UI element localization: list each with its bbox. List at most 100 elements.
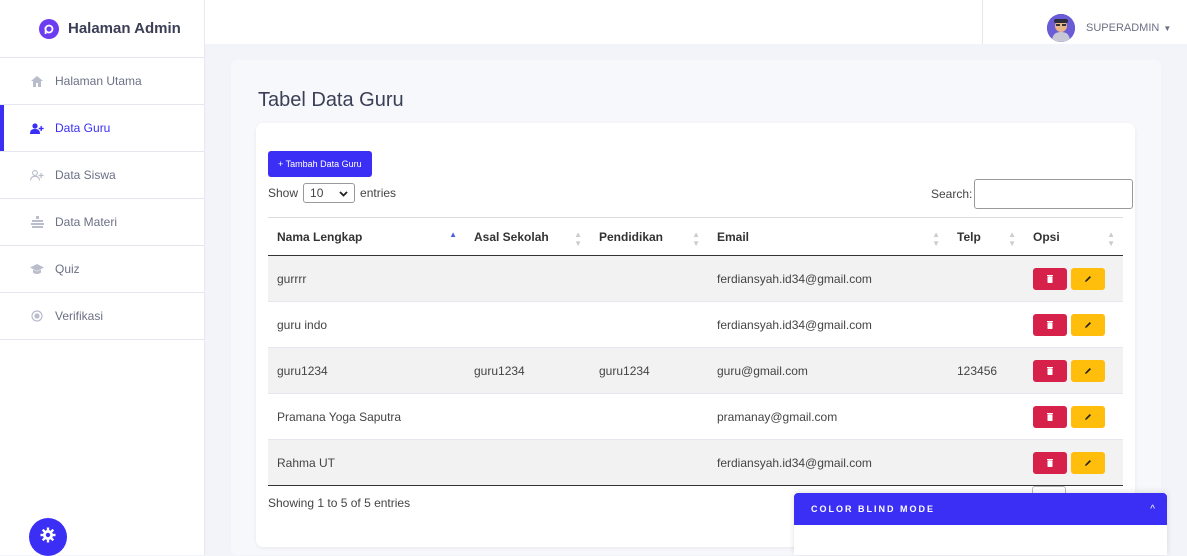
column-header-email[interactable]: Email ▲ ▼ bbox=[708, 217, 948, 256]
book-icon bbox=[30, 216, 44, 228]
check-circle-icon bbox=[30, 310, 44, 322]
cell-pendidikan bbox=[590, 439, 708, 486]
row-actions bbox=[1033, 313, 1123, 336]
brand[interactable]: Halaman Admin bbox=[0, 0, 204, 58]
sidebar-item-verifikasi[interactable]: Verifikasi bbox=[0, 293, 204, 340]
sort-icon: ▲ ▼ bbox=[692, 230, 700, 248]
cell-email: ferdiansyah.id34@gmail.com bbox=[708, 301, 948, 348]
chevron-down-icon bbox=[339, 186, 348, 200]
show-label: Show bbox=[268, 186, 299, 200]
delete-button[interactable] bbox=[1033, 451, 1067, 474]
entries-select[interactable]: 10 bbox=[303, 183, 356, 203]
sidebar-item-halaman-utama[interactable]: Halaman Utama bbox=[0, 58, 204, 105]
home-icon bbox=[30, 75, 44, 87]
cell-email: ferdiansyah.id34@gmail.com bbox=[708, 255, 948, 302]
pencil-icon bbox=[1084, 455, 1092, 470]
table-row: Pramana Yoga Saputra pramanay@gmail.com bbox=[268, 393, 1123, 440]
edit-button[interactable] bbox=[1071, 313, 1105, 336]
page-title: Tabel Data Guru bbox=[258, 89, 404, 111]
topbar: SUPERADMIN ▼ bbox=[205, 0, 1187, 44]
table-row: gurrrr ferdiansyah.id34@gmail.com bbox=[268, 255, 1123, 302]
search-control: Search: bbox=[931, 179, 1134, 209]
column-header-nama[interactable]: Nama Lengkap ▲ bbox=[268, 217, 465, 256]
graduation-cap-icon bbox=[30, 263, 44, 275]
cell-pendidikan bbox=[590, 255, 708, 302]
sidebar-item-quiz[interactable]: Quiz bbox=[0, 246, 204, 293]
edit-button[interactable] bbox=[1071, 359, 1105, 382]
edit-button[interactable] bbox=[1071, 405, 1105, 428]
table-header-row: Nama Lengkap ▲ Asal Sekolah ▲ ▼ Pendidika… bbox=[268, 217, 1123, 256]
cell-pendidikan bbox=[590, 301, 708, 348]
column-header-opsi[interactable]: Opsi ▲ ▼ bbox=[1024, 217, 1123, 256]
cell-asal-sekolah bbox=[465, 439, 590, 486]
sidebar-item-label: Halaman Utama bbox=[55, 74, 142, 88]
cell-telp bbox=[948, 393, 1024, 440]
delete-button[interactable] bbox=[1033, 405, 1067, 428]
cell-opsi bbox=[1024, 347, 1123, 394]
trash-icon bbox=[1047, 409, 1053, 424]
cell-telp: 123456 bbox=[948, 347, 1024, 394]
column-header-label: Telp bbox=[957, 229, 981, 244]
trash-icon bbox=[1047, 455, 1053, 470]
sidebar-item-data-guru[interactable]: Data Guru bbox=[0, 105, 204, 152]
cell-asal-sekolah bbox=[465, 255, 590, 302]
row-actions bbox=[1033, 359, 1123, 382]
trash-icon bbox=[1047, 271, 1053, 286]
cell-opsi bbox=[1024, 439, 1123, 486]
chevron-down-icon: ▼ bbox=[1163, 24, 1172, 33]
sidebar-item-data-materi[interactable]: Data Materi bbox=[0, 199, 204, 246]
cell-telp bbox=[948, 255, 1024, 302]
avatar[interactable] bbox=[1047, 14, 1075, 42]
sort-icon: ▲ ▼ bbox=[1008, 230, 1016, 248]
sidebar-item-label: Data Materi bbox=[55, 215, 118, 229]
cell-nama: guru1234 bbox=[268, 347, 465, 394]
delete-button[interactable] bbox=[1033, 313, 1067, 336]
color-blind-panel: COLOR BLIND MODE ^ bbox=[794, 493, 1167, 555]
trash-icon bbox=[1047, 363, 1053, 378]
column-header-label: Nama Lengkap bbox=[277, 229, 363, 244]
user-plus-icon bbox=[30, 122, 44, 134]
settings-button[interactable] bbox=[29, 518, 67, 556]
edit-button[interactable] bbox=[1071, 451, 1105, 474]
sidebar-item-label: Data Siswa bbox=[55, 168, 116, 182]
edit-button[interactable] bbox=[1071, 267, 1105, 290]
cell-asal-sekolah bbox=[465, 301, 590, 348]
search-input[interactable] bbox=[974, 179, 1134, 209]
sidebar-item-data-siswa[interactable]: Data Siswa bbox=[0, 152, 204, 199]
user-name: SUPERADMIN bbox=[1086, 22, 1160, 34]
topbar-divider bbox=[982, 0, 983, 44]
cell-email: ferdiansyah.id34@gmail.com bbox=[708, 439, 948, 486]
delete-button[interactable] bbox=[1033, 267, 1067, 290]
table-row: Rahma UT ferdiansyah.id34@gmail.com bbox=[268, 439, 1123, 486]
column-header-label: Pendidikan bbox=[599, 229, 664, 244]
color-blind-title: COLOR BLIND MODE bbox=[811, 504, 935, 514]
cell-opsi bbox=[1024, 301, 1123, 348]
row-actions bbox=[1033, 451, 1123, 474]
table-row: guru1234 guru1234 guru1234 guru@gmail.com 12… bbox=[268, 347, 1123, 394]
cell-telp bbox=[948, 301, 1024, 348]
user-menu[interactable]: SUPERADMIN ▼ bbox=[1086, 22, 1171, 34]
sort-asc-icon: ▲ bbox=[449, 230, 457, 239]
row-actions bbox=[1033, 267, 1123, 290]
sort-icon: ▲ ▼ bbox=[932, 230, 940, 248]
color-blind-header[interactable]: COLOR BLIND MODE ^ bbox=[794, 493, 1167, 525]
column-header-asal[interactable]: Asal Sekolah ▲ ▼ bbox=[465, 217, 590, 256]
trash-icon bbox=[1047, 317, 1053, 332]
pencil-icon bbox=[1084, 317, 1092, 332]
chevron-up-icon[interactable]: ^ bbox=[1150, 504, 1155, 515]
add-teacher-button[interactable]: + Tambah Data Guru bbox=[268, 151, 372, 177]
cell-asal-sekolah bbox=[465, 393, 590, 440]
cell-telp bbox=[948, 439, 1024, 486]
search-label: Search: bbox=[931, 187, 973, 201]
column-header-telp[interactable]: Telp ▲ ▼ bbox=[948, 217, 1024, 256]
cell-opsi bbox=[1024, 255, 1123, 302]
cell-nama: Pramana Yoga Saputra bbox=[268, 393, 465, 440]
delete-button[interactable] bbox=[1033, 359, 1067, 382]
column-header-pendidikan[interactable]: Pendidikan ▲ ▼ bbox=[590, 217, 708, 256]
sort-icon: ▲ ▼ bbox=[1107, 230, 1115, 248]
gear-icon bbox=[40, 527, 56, 548]
users-icon bbox=[30, 169, 44, 181]
table-info: Showing 1 to 5 of 5 entries bbox=[268, 496, 411, 510]
cell-nama: guru indo bbox=[268, 301, 465, 348]
sort-icon: ▲ ▼ bbox=[574, 230, 582, 248]
